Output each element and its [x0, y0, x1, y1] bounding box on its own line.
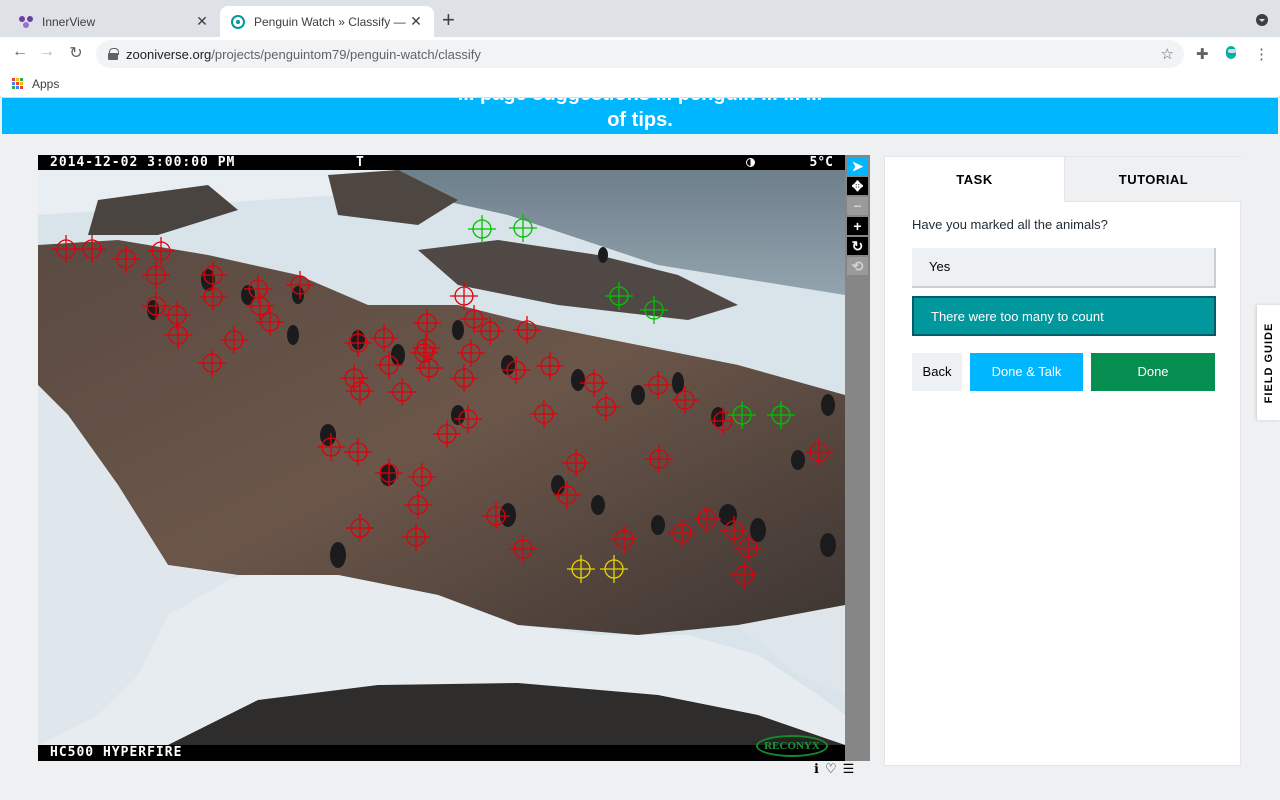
bookmark-apps[interactable]: Apps	[32, 77, 59, 91]
tab-title: Penguin Watch » Classify — Zo	[254, 14, 408, 29]
tab-close-icon[interactable]: ✕	[194, 13, 210, 30]
banner-tips-text[interactable]: of tips.	[2, 108, 1278, 132]
done-button[interactable]: Done	[1091, 353, 1215, 391]
browser-menu-icon[interactable]	[1256, 14, 1268, 26]
browser-tab-innerview[interactable]: InnerView ✕	[8, 6, 220, 37]
done-and-talk-button[interactable]: Done & Talk	[970, 353, 1083, 391]
subject-image-viewer[interactable]	[38, 155, 845, 761]
camera-model: HC500 HYPERFIRE	[50, 745, 183, 760]
subject-meta-tools: ℹ ♡ ☰	[814, 761, 854, 777]
task-question: Have you marked all the animals?	[912, 217, 1108, 232]
url-host: zooniverse.org	[126, 46, 212, 62]
back-button[interactable]: Back	[912, 353, 962, 391]
zoom-out-icon[interactable]: −	[847, 197, 868, 215]
tab-title: InnerView	[42, 14, 96, 29]
bookmark-star-icon[interactable]: ☆	[1161, 45, 1174, 63]
favorite-heart-icon[interactable]: ♡	[825, 761, 837, 777]
tab-close-icon[interactable]: ✕	[408, 13, 424, 30]
extensions-puzzle-icon[interactable]: ✚	[1196, 45, 1209, 63]
task-panel: TASK TUTORIAL Have you marked all the an…	[884, 156, 1242, 766]
camera-info-bar: 2014-12-02 3:00:00 PM T 5°C	[38, 155, 845, 170]
tips-banner: ... page suggestions ... penguin ... ...…	[2, 98, 1278, 134]
camera-flag: T	[356, 155, 364, 170]
camera-model-bar: HC500 HYPERFIRE	[38, 745, 845, 761]
address-bar[interactable]: zooniverse.org/projects/penguintom79/pen…	[96, 40, 1184, 68]
viewer-toolbar: ➤ ✥ − + ↻ ⟲	[845, 155, 870, 761]
tab-tutorial[interactable]: TUTORIAL	[1064, 157, 1242, 202]
field-guide-tab[interactable]: FIELD GUIDE	[1257, 305, 1280, 420]
camera-temperature: 5°C	[809, 155, 833, 170]
zooniverse-favicon-icon	[230, 14, 246, 30]
browser-toolbar: ← → ↻ zooniverse.org/projects/penguintom…	[0, 37, 1280, 70]
banner-partial-text: ... page suggestions ... penguin ... ...…	[2, 98, 1278, 106]
collections-list-icon[interactable]: ☰	[843, 761, 855, 777]
profile-avatar-icon[interactable]	[1222, 43, 1240, 65]
back-arrow-icon[interactable]: ←	[10, 43, 30, 61]
info-icon[interactable]: ℹ	[814, 761, 819, 777]
apps-grid-icon[interactable]	[12, 77, 24, 90]
pan-move-icon[interactable]: ✥	[847, 177, 868, 195]
browser-tabstrip: InnerView ✕ Penguin Watch » Classify — Z…	[0, 0, 1280, 37]
penguin-colony-photo[interactable]	[38, 155, 845, 761]
bookmarks-bar: Apps	[0, 70, 1280, 98]
reload-icon[interactable]: ↻	[66, 43, 86, 63]
rotate-icon[interactable]: ↻	[847, 237, 868, 255]
field-guide-label: FIELD GUIDE	[1262, 322, 1275, 403]
answer-yes-button[interactable]: Yes	[912, 248, 1216, 288]
reset-view-icon[interactable]: ⟲	[847, 257, 868, 275]
innerview-favicon-icon	[18, 14, 34, 30]
zoom-in-icon[interactable]: +	[847, 217, 868, 235]
select-pointer-icon[interactable]: ➤	[847, 157, 868, 175]
lock-icon	[108, 48, 119, 60]
url-path: /projects/penguintom79/penguin-watch/cla…	[211, 46, 481, 62]
browser-tab-penguin-watch[interactable]: Penguin Watch » Classify — Zo ✕	[220, 6, 434, 37]
forward-arrow-icon[interactable]: →	[37, 43, 57, 61]
camera-timestamp: 2014-12-02 3:00:00 PM	[50, 155, 236, 170]
moon-phase-icon	[746, 158, 755, 167]
reconyx-logo: RECONYX	[756, 735, 828, 757]
new-tab-button[interactable]: +	[442, 9, 455, 31]
task-tabs: TASK TUTORIAL	[885, 157, 1242, 202]
chrome-menu-icon[interactable]: ⋮	[1254, 45, 1269, 63]
answer-too-many-button[interactable]: There were too many to count	[912, 296, 1216, 336]
tab-task[interactable]: TASK	[885, 157, 1064, 202]
